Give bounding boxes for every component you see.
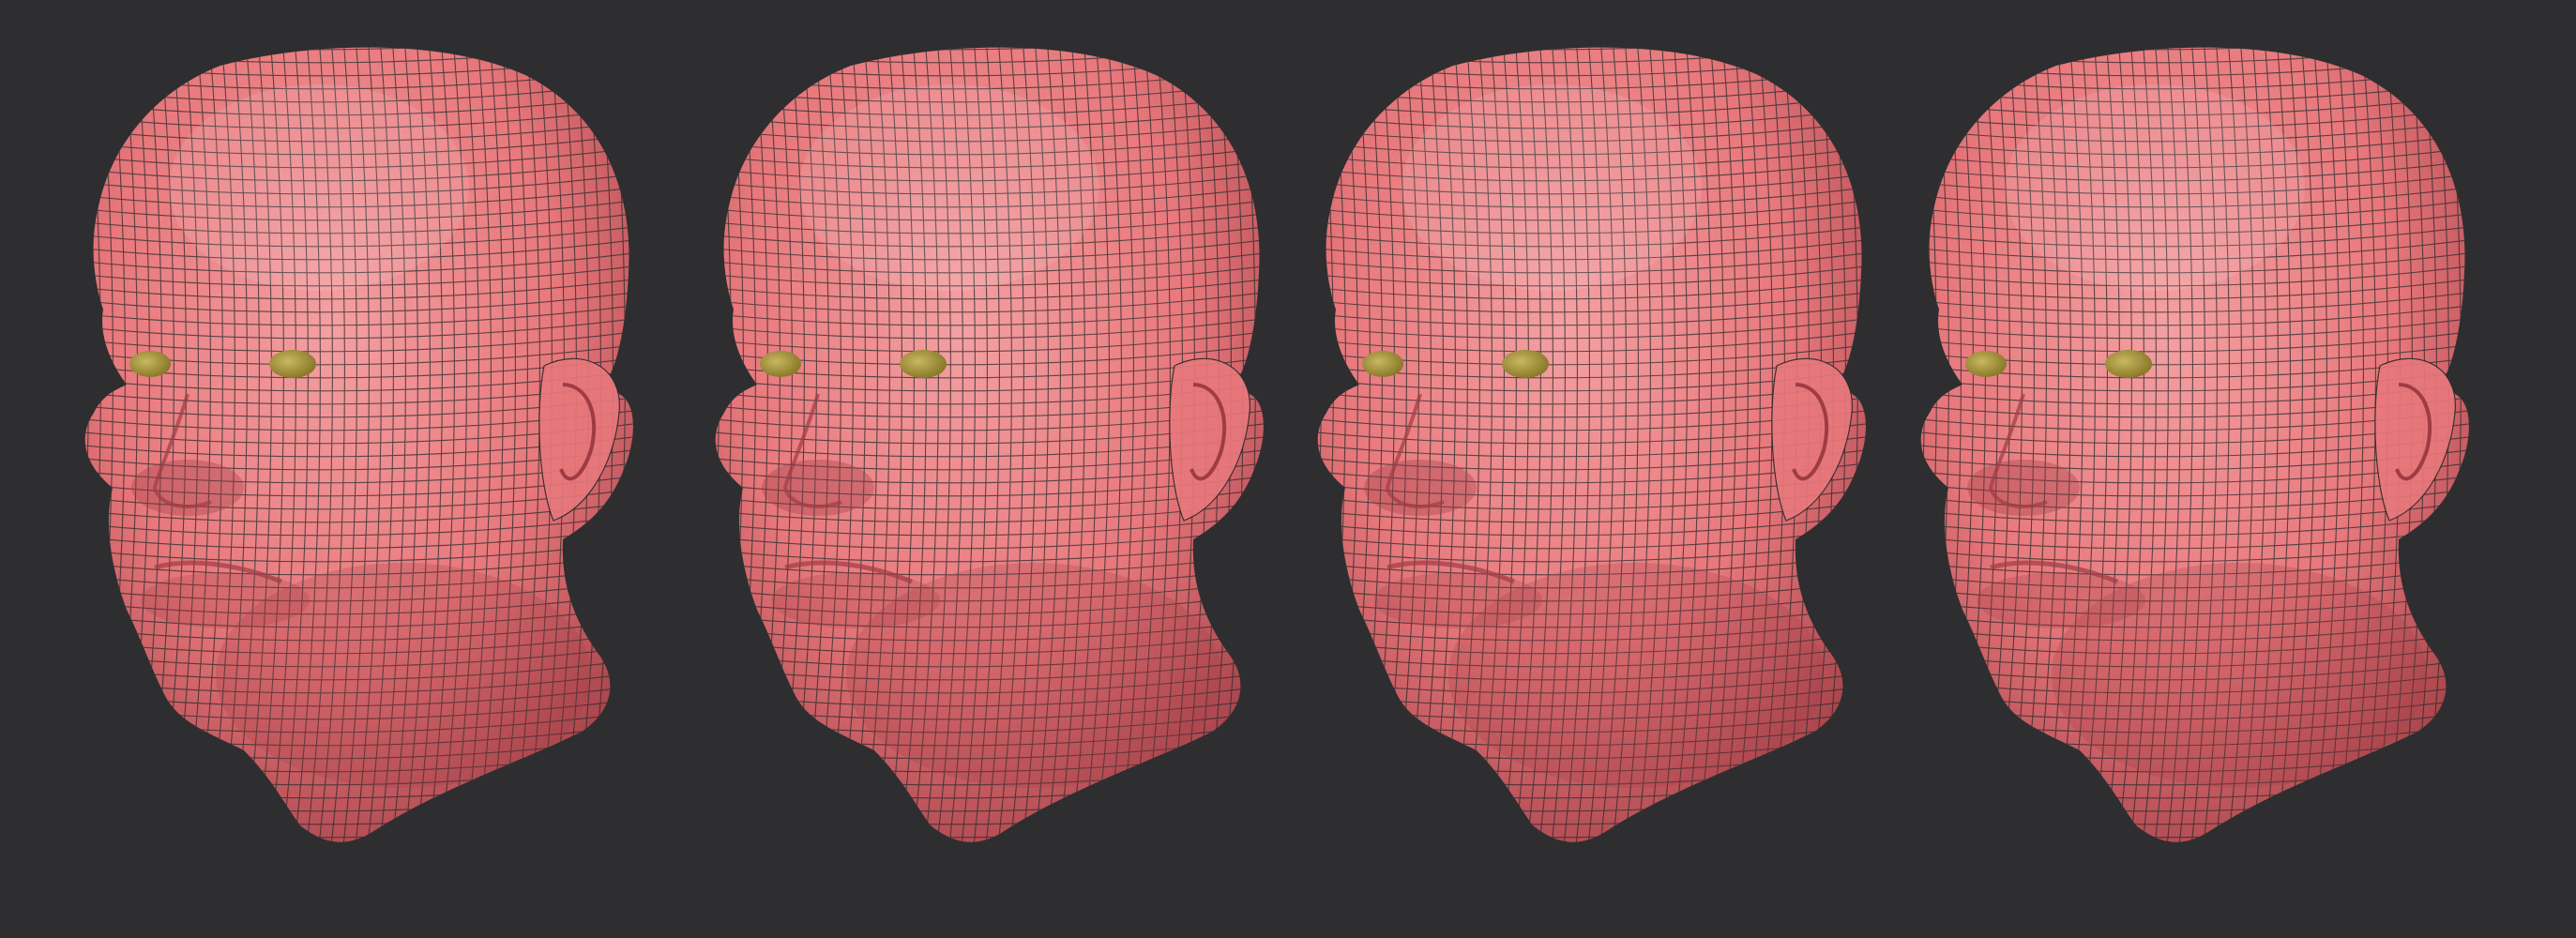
head-mesh	[84, 47, 633, 842]
right-eye	[1502, 350, 1549, 378]
3d-viewport	[0, 0, 2576, 938]
left-eye	[1362, 351, 1403, 377]
left-eye	[129, 351, 171, 377]
head-model-2	[715, 47, 1264, 842]
right-eye	[900, 350, 947, 378]
head-model-1	[84, 47, 633, 842]
head-model-4	[1920, 47, 2469, 842]
left-eye	[760, 351, 801, 377]
head-mesh	[1317, 47, 1866, 842]
right-eye	[2105, 350, 2152, 378]
left-eye	[1965, 351, 2007, 377]
head-mesh	[1920, 47, 2469, 842]
right-eye	[269, 350, 316, 378]
head-model-3	[1317, 47, 1866, 842]
head-mesh	[715, 47, 1264, 842]
